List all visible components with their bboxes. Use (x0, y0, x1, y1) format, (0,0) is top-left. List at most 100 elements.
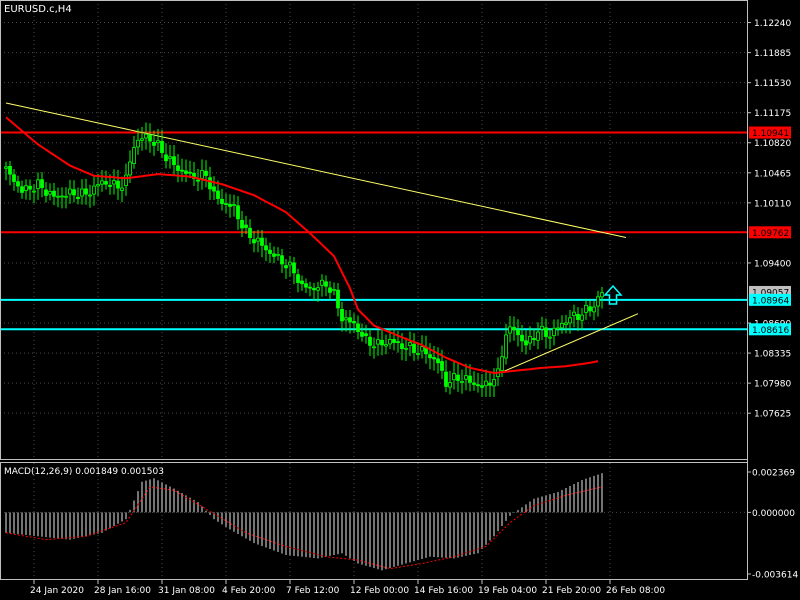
candle-body (512, 326, 516, 331)
candle-body (112, 180, 116, 185)
price-badge-label: 1.08616 (752, 326, 789, 336)
price-tick-label: 1.07625 (754, 410, 791, 420)
candle-body (408, 342, 412, 346)
candle-body (204, 170, 208, 176)
candle-body (528, 335, 532, 344)
price-badge-label: 1.09762 (752, 229, 789, 239)
candle-body (296, 274, 300, 283)
candle-body (264, 245, 268, 251)
macd-title: MACD(12,26,9) 0.001849 0.001503 (4, 467, 164, 477)
candle-body (268, 249, 272, 254)
candle-body (128, 161, 132, 176)
candle-body (312, 287, 316, 291)
candle-body (172, 156, 176, 165)
price-badge-label: 1.08964 (752, 296, 789, 306)
candle-body (152, 141, 156, 146)
candle-body (596, 296, 600, 307)
candle-body (300, 280, 304, 285)
candle-body (248, 227, 252, 239)
price-tick-label: 1.10820 (754, 139, 791, 149)
candle-body (136, 139, 140, 148)
candle-body (284, 265, 288, 269)
candle-body (92, 185, 96, 195)
macd-tick-label: 0.002369 (752, 469, 795, 479)
time-tick-label: 14 Feb 16:00 (414, 586, 473, 596)
candle-body (56, 195, 60, 198)
candle-body (180, 169, 184, 172)
candle-body (540, 325, 544, 330)
candle-body (456, 374, 460, 381)
candle-body (84, 188, 88, 195)
price-tick-label: 1.07980 (754, 380, 791, 390)
candle-body (252, 239, 256, 244)
candle-body (324, 281, 328, 287)
candle-body (544, 327, 548, 337)
candle-body (52, 190, 56, 197)
candle-body (308, 286, 312, 289)
candle-body (356, 323, 360, 333)
candle-body (432, 357, 436, 360)
candle-body (368, 336, 372, 346)
candle-body (396, 341, 400, 344)
candle-body (208, 177, 212, 190)
candle-body (212, 186, 216, 192)
candle-body (380, 339, 384, 346)
candle-body (144, 133, 148, 139)
candle-body (520, 334, 524, 342)
candle-body (316, 287, 320, 291)
candle-body (40, 179, 44, 189)
candle-body (572, 311, 576, 317)
candle-body (348, 317, 352, 323)
candle-body (244, 224, 248, 228)
candle-body (140, 138, 144, 141)
candle-body (484, 380, 488, 387)
candle-body (468, 375, 472, 383)
candle-body (96, 184, 100, 187)
candle-body (584, 304, 588, 313)
candle-body (60, 195, 64, 198)
candle-body (188, 171, 192, 174)
candle-body (236, 205, 240, 220)
price-tick-label: 1.11530 (754, 79, 791, 89)
candle-body (476, 384, 480, 387)
candle-body (412, 343, 416, 353)
time-tick-label: 19 Feb 04:00 (478, 586, 537, 596)
candle-body (216, 190, 220, 199)
time-tick-label: 4 Feb 20:00 (222, 586, 276, 596)
trading-chart[interactable]: EURUSD.c,H4 MACD(12,26,9) 0.001849 0.001… (0, 0, 800, 600)
candle-body (460, 381, 464, 383)
candle-body (72, 189, 76, 196)
candle-body (44, 189, 48, 196)
candle-body (416, 353, 420, 355)
candle-body (548, 336, 552, 339)
candle-body (344, 317, 348, 321)
candle-body (256, 237, 260, 242)
candle-body (164, 154, 168, 162)
time-tick-label: 12 Feb 00:00 (350, 586, 409, 596)
candle-body (260, 237, 264, 246)
candle-body (76, 196, 80, 200)
candle-body (68, 188, 72, 195)
candle-body (552, 327, 556, 337)
time-tick-label: 31 Jan 08:00 (158, 586, 215, 596)
candle-body (404, 347, 408, 350)
candle-body (104, 181, 108, 185)
candle-body (448, 382, 452, 388)
candle-body (184, 170, 188, 174)
candle-body (148, 134, 152, 142)
candle-body (24, 185, 28, 191)
candle-body (556, 327, 560, 330)
candle-body (508, 326, 512, 334)
candle-body (536, 331, 540, 341)
time-tick-label: 28 Jan 16:00 (94, 586, 151, 596)
candle-body (340, 309, 344, 322)
candle-body (592, 306, 596, 313)
price-tick-label: 1.12240 (754, 19, 791, 29)
candle-body (176, 165, 180, 171)
candle-body (504, 334, 508, 359)
candle-body (400, 343, 404, 349)
candle-body (524, 340, 528, 346)
price-tick-label: 1.11175 (754, 109, 791, 119)
price-badge-label: 1.10941 (752, 129, 789, 139)
candle-body (88, 194, 92, 197)
